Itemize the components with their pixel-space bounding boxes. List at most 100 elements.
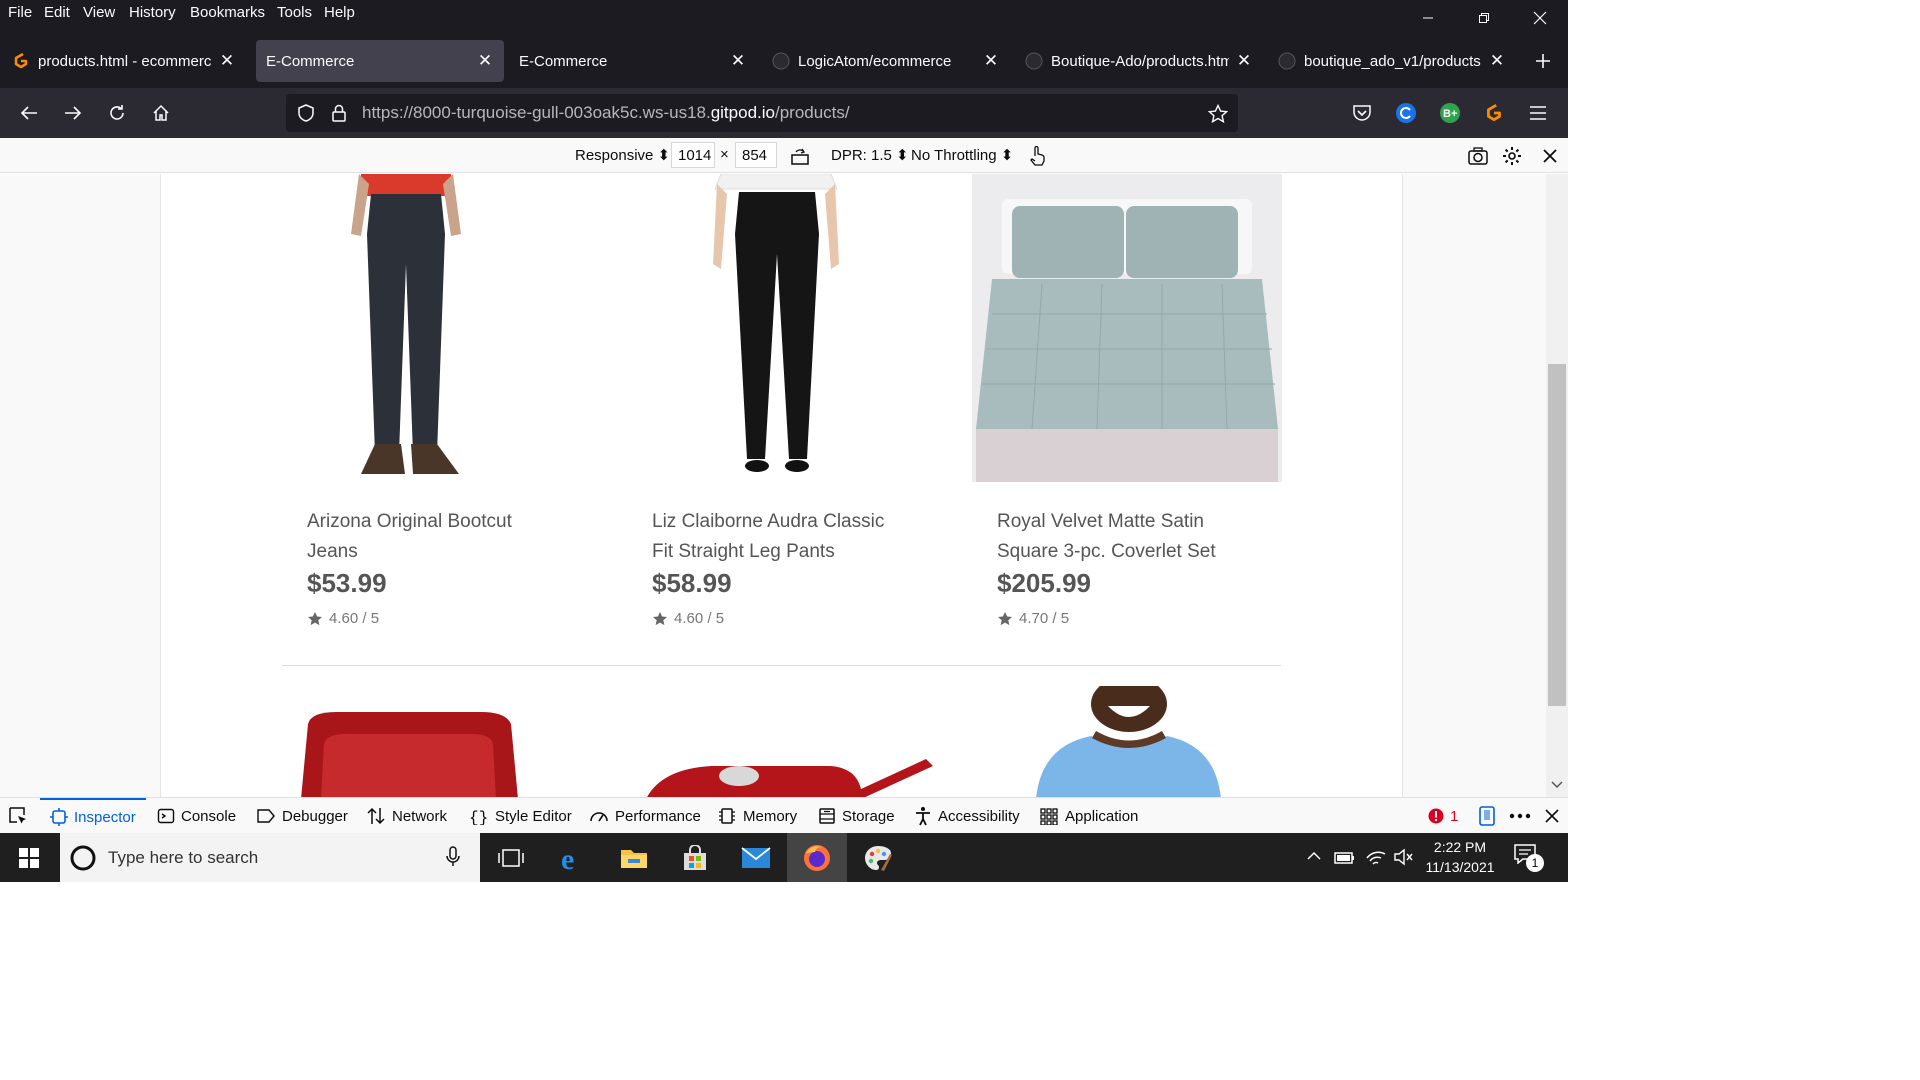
- product-name[interactable]: Royal Velvet Matte Satin Square 3-pc. Co…: [997, 507, 1237, 567]
- application-grid-icon: [1040, 808, 1058, 825]
- product-name[interactable]: Liz Claiborne Audra Classic Fit Straight…: [652, 507, 892, 567]
- lock-icon[interactable]: [331, 104, 347, 122]
- tab-logicatom[interactable]: LogicAtom/ecommerce ✕: [762, 40, 1010, 82]
- system-clock[interactable]: 2:22 PM 11/13/2021: [1420, 837, 1500, 877]
- tab-close-icon[interactable]: ✕: [982, 51, 1000, 71]
- devtools-tab-style-editor[interactable]: {} Style Editor: [469, 798, 572, 834]
- tab-ecommerce[interactable]: E-Commerce ✕: [509, 40, 757, 82]
- address-bar[interactable]: https://8000-turquoise-gull-003oak5c.ws-…: [286, 94, 1238, 132]
- dpr-selector[interactable]: DPR: 1.5 ⬍: [831, 146, 909, 164]
- rotate-viewport-icon[interactable]: [790, 146, 810, 166]
- hamburger-menu-icon: [1530, 106, 1546, 120]
- edge-taskbar-button[interactable]: e: [542, 833, 602, 882]
- paint-palette-icon: [865, 845, 892, 871]
- menu-view[interactable]: View: [83, 3, 115, 23]
- forward-arrow-icon: [65, 106, 82, 120]
- firefox-taskbar-button[interactable]: [787, 833, 847, 882]
- url-text[interactable]: https://8000-turquoise-gull-003oak5c.ws-…: [362, 103, 850, 123]
- page-viewport: Arizona Original Bootcut Jeans $53.99 4.…: [0, 174, 1568, 797]
- svg-text:{}: {}: [469, 809, 488, 825]
- screenshot-camera-icon[interactable]: [1467, 146, 1489, 166]
- jeans-photo: [351, 174, 461, 474]
- menu-edit[interactable]: Edit: [44, 3, 70, 23]
- tab-close-icon[interactable]: ✕: [1235, 51, 1253, 71]
- wifi-icon[interactable]: [1365, 846, 1387, 866]
- tab-products-html[interactable]: products.html - ecommerce ✕: [2, 40, 246, 82]
- devtools-tab-performance[interactable]: Performance: [589, 798, 701, 834]
- tab-boutique-ado[interactable]: Boutique-Ado/products.html ✕: [1015, 40, 1263, 82]
- product-image-blue-tee[interactable]: [1016, 686, 1241, 797]
- close-devtools-button[interactable]: [1545, 798, 1565, 834]
- volume-muted-icon[interactable]: [1393, 847, 1413, 867]
- tab-boutique-ado-v1[interactable]: boutique_ado_v1/products.h ✕: [1268, 40, 1516, 82]
- devtools-more-button[interactable]: [1509, 798, 1537, 834]
- menu-bookmarks[interactable]: Bookmarks: [190, 3, 265, 23]
- tab-close-icon[interactable]: ✕: [1488, 51, 1506, 71]
- close-window-button[interactable]: [1512, 0, 1568, 36]
- device-selector[interactable]: Responsive ⬍: [575, 146, 670, 164]
- tab-close-icon[interactable]: ✕: [476, 51, 494, 71]
- task-view-button[interactable]: [481, 833, 541, 882]
- menu-file[interactable]: File: [8, 3, 32, 23]
- minimize-button[interactable]: [1400, 0, 1456, 36]
- tab-close-icon[interactable]: ✕: [218, 51, 236, 71]
- product-name[interactable]: Arizona Original Bootcut Jeans: [307, 507, 547, 567]
- microphone-icon[interactable]: [446, 846, 460, 868]
- settings-gear-icon[interactable]: [1502, 146, 1522, 166]
- tracking-protection-shield-icon[interactable]: [297, 104, 315, 122]
- devtools-tab-memory[interactable]: Memory: [717, 798, 797, 834]
- paint-taskbar-button[interactable]: [848, 833, 908, 882]
- error-count-badge[interactable]: 1: [1428, 798, 1458, 834]
- bookmark-star-icon[interactable]: [1208, 104, 1228, 124]
- scrollbar-thumb[interactable]: [1548, 364, 1566, 706]
- taskbar-search-box[interactable]: Type here to search: [60, 833, 480, 882]
- product-image-pants[interactable]: [661, 174, 891, 484]
- devtools-tab-storage[interactable]: Storage: [818, 798, 895, 834]
- restore-button[interactable]: [1456, 0, 1512, 36]
- back-button[interactable]: [13, 97, 45, 129]
- menu-history[interactable]: History: [129, 3, 176, 23]
- reload-button[interactable]: [101, 97, 133, 129]
- product-rating: 4.60 / 5: [652, 610, 724, 627]
- extension-b-button[interactable]: B+: [1434, 97, 1466, 129]
- action-center-button[interactable]: 1: [1514, 844, 1544, 872]
- mail-button[interactable]: [726, 833, 786, 882]
- dock-side-button[interactable]: [1477, 798, 1503, 834]
- rating-value: 4.60 / 5: [329, 610, 380, 627]
- start-button[interactable]: [0, 833, 58, 882]
- devtools-tab-debugger[interactable]: Debugger: [256, 798, 348, 834]
- tab-close-icon[interactable]: ✕: [729, 51, 747, 71]
- devtools-toolbar: Inspector Console Debugger Network {} St…: [0, 797, 1568, 833]
- devtools-tab-inspector[interactable]: Inspector: [40, 798, 146, 834]
- devtools-tab-console[interactable]: Console: [157, 798, 236, 834]
- devtools-tab-network[interactable]: Network: [366, 798, 447, 834]
- gitpod-extension-button[interactable]: [1478, 97, 1510, 129]
- devtools-tab-application[interactable]: Application: [1039, 798, 1138, 834]
- product-image-square-plate[interactable]: [296, 704, 521, 797]
- product-image-grill-pan[interactable]: [641, 754, 941, 797]
- touch-simulation-icon[interactable]: [1027, 145, 1047, 167]
- file-explorer-button[interactable]: [604, 833, 664, 882]
- home-button[interactable]: [145, 97, 177, 129]
- throttling-selector[interactable]: No Throttling ⬍: [911, 146, 1013, 164]
- product-image-jeans[interactable]: [291, 174, 521, 484]
- product-image-coverlet[interactable]: [972, 174, 1282, 482]
- app-menu-button[interactable]: [1522, 97, 1554, 129]
- show-hidden-icons-chevron-icon[interactable]: [1306, 851, 1322, 861]
- close-rdm-icon[interactable]: [1542, 148, 1558, 164]
- row-divider: [282, 665, 1281, 666]
- devtools-tab-accessibility[interactable]: Accessibility: [914, 798, 1020, 834]
- element-picker-button[interactable]: [8, 798, 32, 834]
- viewport-height-input[interactable]: 854: [735, 142, 777, 168]
- extension-c-button[interactable]: [1390, 97, 1422, 129]
- menu-tools[interactable]: Tools: [277, 3, 312, 23]
- new-tab-button[interactable]: [1528, 46, 1558, 76]
- scroll-down-arrow-icon[interactable]: [1551, 780, 1563, 790]
- battery-icon[interactable]: [1334, 849, 1356, 865]
- pocket-button[interactable]: [1346, 97, 1378, 129]
- menu-help[interactable]: Help: [324, 3, 355, 23]
- viewport-width-input[interactable]: 1014: [671, 142, 715, 168]
- tab-ecommerce-active[interactable]: E-Commerce ✕: [256, 40, 504, 82]
- store-button[interactable]: [665, 833, 725, 882]
- forward-button[interactable]: [57, 97, 89, 129]
